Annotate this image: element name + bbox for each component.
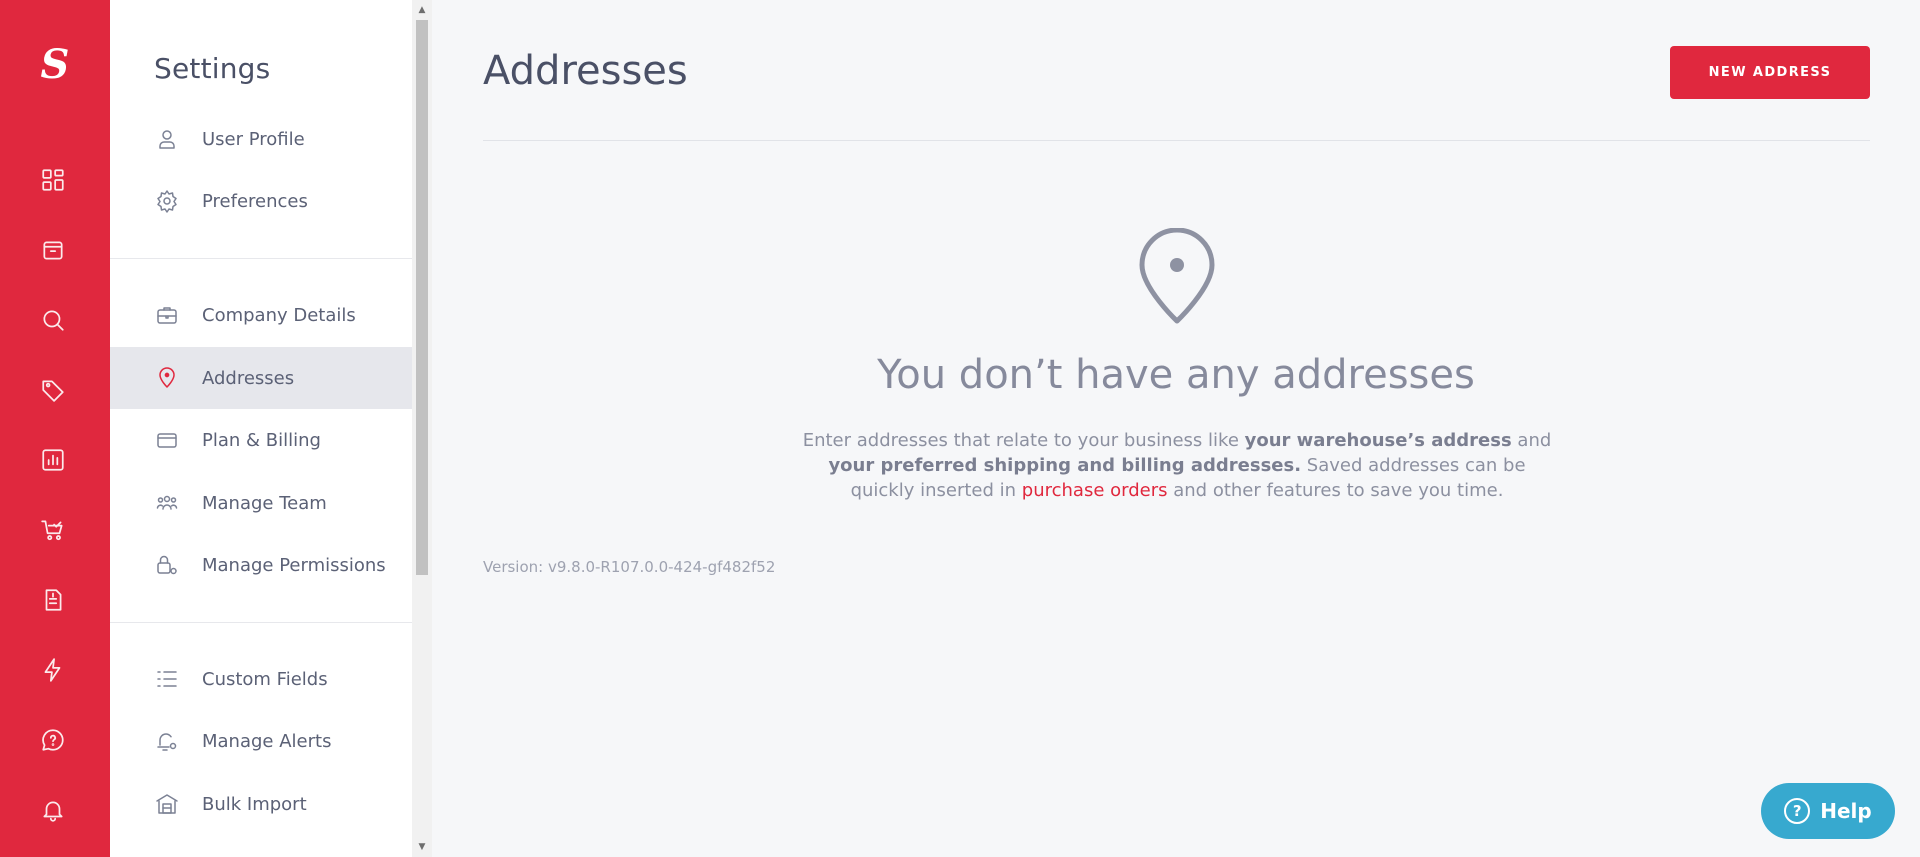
settings-item-plan-billing[interactable]: Plan & Billing xyxy=(110,409,412,471)
app-logo[interactable]: S xyxy=(0,40,110,90)
lock-gear-icon xyxy=(152,550,182,580)
purchase-orders-link[interactable]: purchase orders xyxy=(1022,480,1168,501)
team-icon xyxy=(152,488,182,518)
settings-item-preferences[interactable]: Preferences xyxy=(110,170,412,232)
empty-state-title: You don’t have any addresses xyxy=(877,352,1475,398)
settings-item-label: Plan & Billing xyxy=(202,429,321,451)
header-divider xyxy=(483,140,1870,141)
briefcase-icon xyxy=(152,300,182,330)
bell-icon[interactable] xyxy=(38,795,68,825)
credit-card-icon xyxy=(152,425,182,455)
scrollbar-thumb[interactable] xyxy=(416,20,428,575)
invoice-icon[interactable] xyxy=(38,585,68,615)
gear-icon xyxy=(152,186,182,216)
dashboard-icon[interactable] xyxy=(38,165,68,195)
settings-item-label: Bulk Import xyxy=(202,793,307,815)
settings-item-user-profile[interactable]: User Profile xyxy=(110,108,412,170)
settings-scrollbar[interactable]: ▲ ▼ xyxy=(412,0,432,857)
empty-desc-text: Enter addresses that relate to your busi… xyxy=(802,430,1245,451)
settings-item-company-details[interactable]: Company Details xyxy=(110,284,412,346)
help-label: Help xyxy=(1820,799,1872,823)
user-icon xyxy=(152,124,182,154)
settings-item-custom-fields[interactable]: Custom Fields xyxy=(110,648,412,710)
inventory-box-icon[interactable] xyxy=(38,235,68,265)
page-title: Addresses xyxy=(483,48,688,94)
settings-item-label: Manage Alerts xyxy=(202,730,332,752)
main-content: Addresses NEW ADDRESS You don’t have any… xyxy=(432,0,1920,857)
settings-divider xyxy=(110,258,412,259)
settings-item-label: Manage Permissions xyxy=(202,554,386,576)
empty-desc-text: and other features to save you time. xyxy=(1167,480,1504,501)
settings-panel: Settings User Profile Preferences Compan… xyxy=(110,0,412,857)
empty-desc-bold: your warehouse’s address xyxy=(1244,430,1512,451)
settings-item-label: Addresses xyxy=(202,367,295,389)
map-pin-icon xyxy=(1132,227,1222,328)
search-icon[interactable] xyxy=(38,305,68,335)
warehouse-icon xyxy=(152,789,182,819)
empty-desc-text: and xyxy=(1511,430,1552,451)
bell-gear-icon xyxy=(152,726,182,756)
settings-item-addresses[interactable]: Addresses xyxy=(110,347,412,409)
settings-item-label: Company Details xyxy=(202,304,356,326)
empty-state-description: Enter addresses that relate to your busi… xyxy=(797,428,1557,503)
empty-desc-bold: your preferred shipping and billing addr… xyxy=(828,455,1302,476)
settings-item-bulk-import[interactable]: Bulk Import xyxy=(110,773,412,835)
scroll-up-arrow-icon[interactable]: ▲ xyxy=(412,0,432,20)
help-button[interactable]: ? Help xyxy=(1761,783,1895,839)
cart-check-icon[interactable] xyxy=(38,515,68,545)
settings-divider xyxy=(110,622,412,623)
settings-item-manage-alerts[interactable]: Manage Alerts xyxy=(110,710,412,772)
question-circle-icon: ? xyxy=(1784,798,1811,824)
new-address-button[interactable]: NEW ADDRESS xyxy=(1670,46,1870,99)
help-chat-icon[interactable] xyxy=(38,725,68,755)
list-icon xyxy=(152,664,182,694)
settings-item-label: User Profile xyxy=(202,128,305,150)
scroll-down-arrow-icon[interactable]: ▼ xyxy=(412,837,432,857)
map-pin-icon xyxy=(152,363,182,393)
bolt-icon[interactable] xyxy=(38,655,68,685)
settings-item-label: Custom Fields xyxy=(202,668,328,690)
settings-title: Settings xyxy=(154,52,271,85)
settings-item-label: Manage Team xyxy=(202,492,327,514)
app-rail: S xyxy=(0,0,110,857)
reports-chart-icon[interactable] xyxy=(38,445,68,475)
tag-icon[interactable] xyxy=(38,375,68,405)
settings-item-manage-team[interactable]: Manage Team xyxy=(110,472,412,534)
version-text: Version: v9.8.0-R107.0.0-424-gf482f52 xyxy=(483,558,776,576)
settings-item-label: Preferences xyxy=(202,190,308,212)
settings-item-manage-permissions[interactable]: Manage Permissions xyxy=(110,534,412,596)
